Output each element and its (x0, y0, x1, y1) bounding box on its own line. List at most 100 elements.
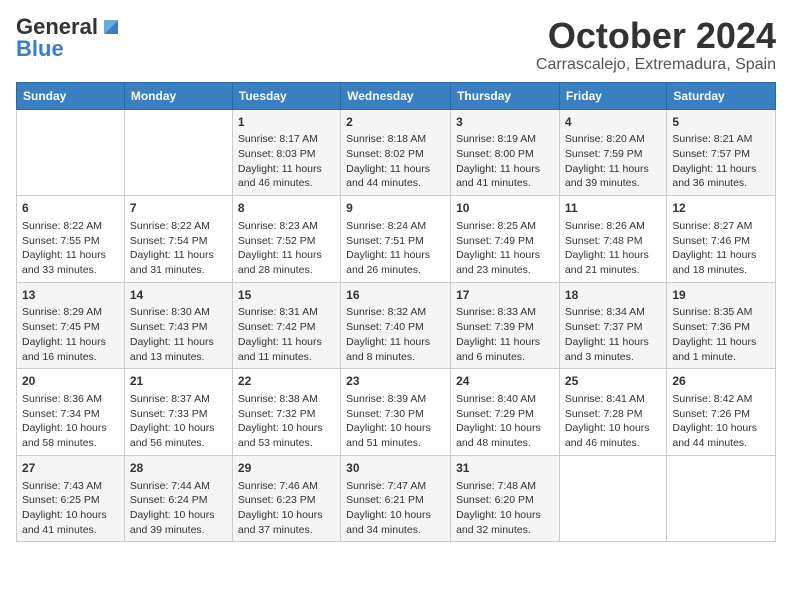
cell-text: Sunset: 7:49 PM (456, 234, 554, 249)
calendar-cell: 14Sunrise: 8:30 AMSunset: 7:43 PMDayligh… (124, 282, 232, 369)
day-number: 13 (22, 287, 119, 304)
calendar-cell: 23Sunrise: 8:39 AMSunset: 7:30 PMDayligh… (341, 369, 451, 456)
cell-text: Daylight: 11 hours and 21 minutes. (565, 248, 661, 277)
cell-text: Daylight: 10 hours and 34 minutes. (346, 508, 445, 537)
cell-text: Sunrise: 8:29 AM (22, 305, 119, 320)
calendar-cell: 2Sunrise: 8:18 AMSunset: 8:02 PMDaylight… (341, 109, 451, 196)
calendar-cell: 29Sunrise: 7:46 AMSunset: 6:23 PMDayligh… (232, 455, 340, 542)
cell-text: Sunset: 7:40 PM (346, 320, 445, 335)
col-header-thursday: Thursday (451, 82, 560, 109)
calendar-cell: 16Sunrise: 8:32 AMSunset: 7:40 PMDayligh… (341, 282, 451, 369)
cell-text: Daylight: 10 hours and 37 minutes. (238, 508, 335, 537)
cell-text: Sunrise: 8:22 AM (22, 219, 119, 234)
calendar-cell (17, 109, 125, 196)
calendar-cell: 10Sunrise: 8:25 AMSunset: 7:49 PMDayligh… (451, 196, 560, 283)
calendar-cell: 7Sunrise: 8:22 AMSunset: 7:54 PMDaylight… (124, 196, 232, 283)
calendar-cell: 30Sunrise: 7:47 AMSunset: 6:21 PMDayligh… (341, 455, 451, 542)
cell-text: Sunset: 8:00 PM (456, 147, 554, 162)
cell-text: Sunrise: 7:47 AM (346, 479, 445, 494)
day-number: 8 (238, 200, 335, 217)
cell-text: Sunrise: 8:36 AM (22, 392, 119, 407)
cell-text: Sunrise: 8:20 AM (565, 132, 661, 147)
day-number: 24 (456, 373, 554, 390)
cell-text: Sunrise: 8:33 AM (456, 305, 554, 320)
cell-text: Sunrise: 8:21 AM (672, 132, 770, 147)
day-number: 6 (22, 200, 119, 217)
calendar-cell: 26Sunrise: 8:42 AMSunset: 7:26 PMDayligh… (667, 369, 776, 456)
cell-text: Daylight: 11 hours and 23 minutes. (456, 248, 554, 277)
cell-text: Sunset: 8:02 PM (346, 147, 445, 162)
header: General Blue October 2024 Carrascalejo, … (16, 16, 776, 74)
calendar-cell: 20Sunrise: 8:36 AMSunset: 7:34 PMDayligh… (17, 369, 125, 456)
day-number: 17 (456, 287, 554, 304)
cell-text: Sunset: 7:43 PM (130, 320, 227, 335)
calendar-table: SundayMondayTuesdayWednesdayThursdayFrid… (16, 82, 776, 543)
cell-text: Daylight: 11 hours and 46 minutes. (238, 162, 335, 191)
calendar-cell: 9Sunrise: 8:24 AMSunset: 7:51 PMDaylight… (341, 196, 451, 283)
calendar-cell: 3Sunrise: 8:19 AMSunset: 8:00 PMDaylight… (451, 109, 560, 196)
calendar-cell (559, 455, 666, 542)
calendar-cell: 12Sunrise: 8:27 AMSunset: 7:46 PMDayligh… (667, 196, 776, 283)
day-number: 9 (346, 200, 445, 217)
cell-text: Sunrise: 8:40 AM (456, 392, 554, 407)
cell-text: Sunset: 7:48 PM (565, 234, 661, 249)
cell-text: Sunset: 6:23 PM (238, 493, 335, 508)
logo: General Blue (16, 16, 122, 60)
cell-text: Daylight: 11 hours and 8 minutes. (346, 335, 445, 364)
calendar-cell: 31Sunrise: 7:48 AMSunset: 6:20 PMDayligh… (451, 455, 560, 542)
cell-text: Daylight: 11 hours and 28 minutes. (238, 248, 335, 277)
cell-text: Sunset: 7:59 PM (565, 147, 661, 162)
cell-text: Sunset: 7:46 PM (672, 234, 770, 249)
cell-text: Sunset: 7:33 PM (130, 407, 227, 422)
cell-text: Sunrise: 8:24 AM (346, 219, 445, 234)
day-number: 21 (130, 373, 227, 390)
cell-text: Daylight: 11 hours and 33 minutes. (22, 248, 119, 277)
calendar-cell: 8Sunrise: 8:23 AMSunset: 7:52 PMDaylight… (232, 196, 340, 283)
day-number: 11 (565, 200, 661, 217)
cell-text: Sunset: 6:24 PM (130, 493, 227, 508)
cell-text: Daylight: 11 hours and 13 minutes. (130, 335, 227, 364)
cell-text: Sunset: 7:57 PM (672, 147, 770, 162)
calendar-cell: 13Sunrise: 8:29 AMSunset: 7:45 PMDayligh… (17, 282, 125, 369)
calendar-header: SundayMondayTuesdayWednesdayThursdayFrid… (17, 82, 776, 109)
cell-text: Daylight: 11 hours and 31 minutes. (130, 248, 227, 277)
cell-text: Daylight: 11 hours and 44 minutes. (346, 162, 445, 191)
calendar-cell: 4Sunrise: 8:20 AMSunset: 7:59 PMDaylight… (559, 109, 666, 196)
day-number: 2 (346, 114, 445, 131)
cell-text: Daylight: 11 hours and 6 minutes. (456, 335, 554, 364)
month-title: October 2024 (536, 16, 776, 56)
cell-text: Sunset: 6:25 PM (22, 493, 119, 508)
day-number: 7 (130, 200, 227, 217)
cell-text: Sunset: 7:34 PM (22, 407, 119, 422)
cell-text: Daylight: 11 hours and 1 minute. (672, 335, 770, 364)
cell-text: Daylight: 11 hours and 16 minutes. (22, 335, 119, 364)
cell-text: Sunrise: 8:30 AM (130, 305, 227, 320)
cell-text: Daylight: 10 hours and 58 minutes. (22, 421, 119, 450)
cell-text: Sunrise: 7:44 AM (130, 479, 227, 494)
calendar-cell: 5Sunrise: 8:21 AMSunset: 7:57 PMDaylight… (667, 109, 776, 196)
day-number: 14 (130, 287, 227, 304)
calendar-cell (124, 109, 232, 196)
cell-text: Sunset: 7:30 PM (346, 407, 445, 422)
day-number: 25 (565, 373, 661, 390)
cell-text: Daylight: 11 hours and 41 minutes. (456, 162, 554, 191)
cell-text: Sunrise: 8:19 AM (456, 132, 554, 147)
cell-text: Sunrise: 8:37 AM (130, 392, 227, 407)
day-number: 31 (456, 460, 554, 477)
cell-text: Sunset: 7:29 PM (456, 407, 554, 422)
cell-text: Sunrise: 8:39 AM (346, 392, 445, 407)
cell-text: Sunset: 7:37 PM (565, 320, 661, 335)
cell-text: Sunset: 7:36 PM (672, 320, 770, 335)
day-number: 22 (238, 373, 335, 390)
cell-text: Daylight: 10 hours and 41 minutes. (22, 508, 119, 537)
cell-text: Sunset: 7:55 PM (22, 234, 119, 249)
calendar-week-3: 13Sunrise: 8:29 AMSunset: 7:45 PMDayligh… (17, 282, 776, 369)
day-number: 10 (456, 200, 554, 217)
cell-text: Daylight: 10 hours and 44 minutes. (672, 421, 770, 450)
day-number: 12 (672, 200, 770, 217)
cell-text: Daylight: 11 hours and 3 minutes. (565, 335, 661, 364)
day-number: 23 (346, 373, 445, 390)
cell-text: Sunrise: 8:18 AM (346, 132, 445, 147)
cell-text: Sunset: 7:52 PM (238, 234, 335, 249)
calendar-week-5: 27Sunrise: 7:43 AMSunset: 6:25 PMDayligh… (17, 455, 776, 542)
